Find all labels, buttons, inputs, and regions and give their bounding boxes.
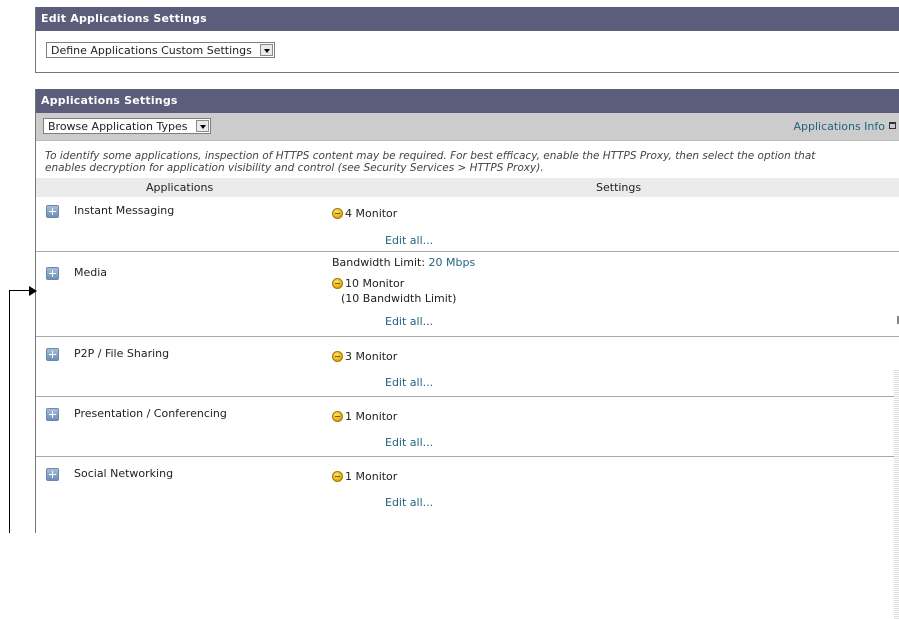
- application-type-name: P2P / File Sharing: [74, 347, 170, 360]
- https-note-line-2: enables decryption for application visib…: [45, 162, 544, 174]
- monitor-status-text: 4 Monitor: [345, 207, 398, 220]
- https-note: To identify some applications, inspectio…: [36, 141, 899, 174]
- browse-application-types-select[interactable]: Browse Application Types: [43, 118, 211, 134]
- monitor-status: 1 Monitor: [332, 470, 397, 483]
- applications-settings-header: Applications Settings: [36, 89, 899, 113]
- edit-all-link[interactable]: Edit all...: [385, 315, 433, 328]
- bandwidth-limit-label: Bandwidth Limit:: [332, 256, 426, 269]
- monitor-status-text: 1 Monitor: [345, 410, 398, 423]
- popup-window-icon: [889, 122, 896, 129]
- bandwidth-limit-value[interactable]: 20 Mbps: [429, 256, 476, 269]
- chevron-down-icon[interactable]: [259, 44, 273, 56]
- expand-plus-icon[interactable]: [46, 468, 59, 481]
- callout-arrow-icon: [29, 286, 37, 296]
- application-type-name: Social Networking: [74, 467, 174, 480]
- edit-applications-panel: Edit Applications Settings Define Applic…: [35, 7, 899, 73]
- edit-all-link[interactable]: Edit all...: [385, 234, 433, 247]
- browse-select-value: Browse Application Types: [48, 120, 188, 133]
- monitor-status-text: 10 Monitor: [345, 277, 405, 290]
- monitor-dot-icon: [332, 208, 343, 219]
- table-header: Applications Settings: [36, 178, 899, 197]
- callout-line: [9, 290, 31, 291]
- applications-settings-panel: Applications Settings Browse Application…: [35, 89, 899, 619]
- monitor-dot-icon: [332, 278, 343, 289]
- table-row: Media Bandwidth Limit: 20 Mbps 10 Monito…: [36, 252, 899, 337]
- chevron-down-icon[interactable]: [195, 120, 209, 132]
- applications-info-link[interactable]: Applications Info: [793, 120, 896, 133]
- bandwidth-limit: Bandwidth Limit: 20 Mbps: [332, 256, 475, 269]
- scrollbar-track[interactable]: [894, 369, 899, 619]
- monitor-status: 1 Monitor: [332, 410, 397, 423]
- column-header-applications: Applications: [146, 181, 214, 194]
- table-row: Presentation / Conferencing 1 Monitor Ed…: [36, 397, 899, 457]
- application-type-name: Presentation / Conferencing: [74, 407, 227, 420]
- table-row: Instant Messaging 4 Monitor Edit all...: [36, 197, 899, 252]
- monitor-status-text: 3 Monitor: [345, 350, 398, 363]
- expand-plus-icon[interactable]: [46, 408, 59, 421]
- edit-all-link[interactable]: Edit all...: [385, 496, 433, 509]
- callout-line: [9, 290, 10, 533]
- monitor-dot-icon: [332, 411, 343, 422]
- table-row: Social Networking 1 Monitor Edit all...: [36, 457, 899, 517]
- edit-all-link[interactable]: Edit all...: [385, 376, 433, 389]
- table-row: P2P / File Sharing 3 Monitor Edit all...: [36, 337, 899, 397]
- expand-plus-icon[interactable]: [46, 267, 59, 280]
- applications-toolbar: Browse Application Types Applications In…: [36, 113, 899, 141]
- applications-info-label: Applications Info: [793, 120, 885, 133]
- monitor-status: 3 Monitor: [332, 350, 397, 363]
- application-type-name: Media: [74, 266, 108, 279]
- expand-plus-icon[interactable]: [46, 348, 59, 361]
- custom-settings-select-value: Define Applications Custom Settings: [51, 44, 252, 57]
- edit-all-link[interactable]: Edit all...: [385, 436, 433, 449]
- column-header-settings: Settings: [596, 181, 642, 194]
- monitor-status: 4 Monitor: [332, 207, 397, 220]
- monitor-dot-icon: [332, 351, 343, 362]
- expand-plus-icon[interactable]: [46, 205, 59, 218]
- bandwidth-limit-count: (10 Bandwidth Limit): [341, 292, 457, 305]
- monitor-status: 10 Monitor: [332, 277, 404, 290]
- custom-settings-select[interactable]: Define Applications Custom Settings: [46, 42, 275, 58]
- monitor-dot-icon: [332, 471, 343, 482]
- edit-applications-header: Edit Applications Settings: [36, 7, 899, 31]
- application-type-name: Instant Messaging: [74, 204, 175, 217]
- monitor-status-text: 1 Monitor: [345, 470, 398, 483]
- https-note-line-1: To identify some applications, inspectio…: [45, 150, 816, 162]
